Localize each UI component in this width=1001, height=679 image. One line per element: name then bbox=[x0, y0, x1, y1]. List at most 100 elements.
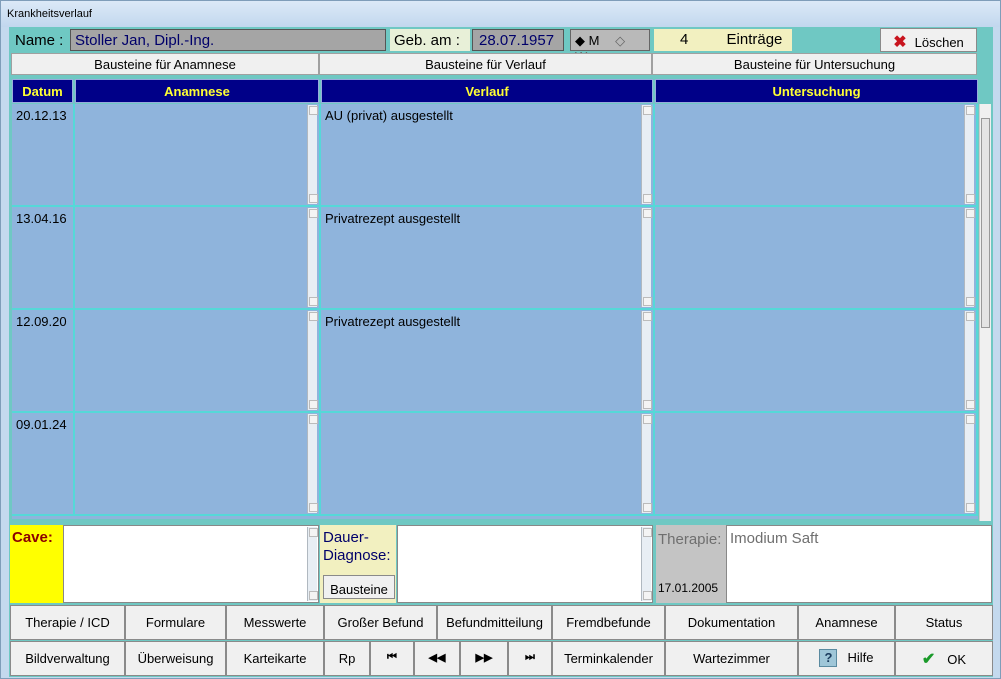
cell-scrollbar[interactable] bbox=[307, 311, 318, 410]
nav-prev-button[interactable]: ◀◀ bbox=[414, 641, 460, 676]
cell-verlauf[interactable]: Privatrezept ausgestellt bbox=[321, 310, 655, 411]
cell-scrollbar[interactable] bbox=[964, 208, 975, 307]
cell-scrollbar[interactable] bbox=[307, 105, 318, 204]
cell-scrollbar[interactable] bbox=[307, 208, 318, 307]
help-question-icon: ? bbox=[819, 649, 838, 667]
nav-first-button[interactable]: ⏮ bbox=[370, 641, 414, 676]
name-field[interactable]: Stoller Jan, Dipl.-Ing. bbox=[70, 29, 386, 51]
cell-untersuchung[interactable] bbox=[655, 207, 978, 308]
therapie-icd-button[interactable]: Therapie / ICD bbox=[10, 605, 125, 640]
table-scrollbar-thumb[interactable] bbox=[981, 118, 990, 328]
cell-verlauf-text: Privatrezept ausgestellt bbox=[325, 314, 461, 329]
cell-verlauf-text: Privatrezept ausgestellt bbox=[325, 211, 461, 226]
cell-verlauf-text: AU (privat) ausgestellt bbox=[325, 108, 453, 123]
cell-verlauf[interactable]: Privatrezept ausgestellt bbox=[321, 207, 655, 308]
cave-label: Cave: bbox=[10, 525, 63, 603]
cell-scrollbar[interactable] bbox=[641, 414, 652, 513]
cell-date: 20.12.13 bbox=[12, 104, 75, 205]
cell-date: 09.01.24 bbox=[12, 413, 75, 514]
bottom-toolbar: Therapie / ICD Formulare Messwerte Große… bbox=[10, 605, 993, 677]
tab-bausteine-untersuchung[interactable]: Bausteine für Untersuchung bbox=[652, 53, 977, 75]
nav-prev-icon: ◀◀ bbox=[428, 652, 446, 664]
cell-scrollbar[interactable] bbox=[641, 311, 652, 410]
hilfe-button[interactable]: ? Hilfe bbox=[798, 641, 895, 676]
status-button[interactable]: Status bbox=[895, 605, 993, 640]
anamnese-button[interactable]: Anamnese bbox=[798, 605, 895, 640]
entries-count: 4 bbox=[680, 31, 689, 48]
table-row: 20.12.13 AU (privat) ausgestellt bbox=[12, 104, 978, 207]
hilfe-label: Hilfe bbox=[847, 650, 874, 665]
birthdate-label: Geb. am : bbox=[390, 29, 470, 51]
delete-x-icon: ✖ bbox=[893, 34, 907, 51]
cell-scrollbar[interactable] bbox=[641, 105, 652, 204]
table-row: 09.01.24 bbox=[12, 413, 978, 516]
cell-verlauf[interactable] bbox=[321, 413, 655, 514]
wartezimmer-button[interactable]: Wartezimmer bbox=[665, 641, 798, 676]
grosser-befund-button[interactable]: Großer Befund bbox=[324, 605, 437, 640]
nav-next-button[interactable]: ▶▶ bbox=[460, 641, 508, 676]
cell-anamnese[interactable] bbox=[75, 413, 321, 514]
gender-radio-group: ◆ M ◇ W bbox=[570, 29, 650, 64]
delete-button[interactable]: ✖ Löschen bbox=[880, 28, 977, 52]
dokumentation-button[interactable]: Dokumentation bbox=[665, 605, 798, 640]
dauer-label-line2: Diagnose: bbox=[323, 547, 391, 564]
cell-date: 13.04.16 bbox=[12, 207, 75, 308]
birthdate-field[interactable]: 28.07.1957 bbox=[472, 29, 564, 51]
ok-button[interactable]: ✔ OK bbox=[895, 641, 993, 676]
ok-check-icon: ✔ bbox=[921, 651, 936, 668]
cell-anamnese[interactable] bbox=[75, 104, 321, 205]
table-row: 12.09.20 Privatrezept ausgestellt bbox=[12, 310, 978, 413]
nav-next-icon: ▶▶ bbox=[475, 652, 493, 664]
nav-last-icon: ⏭ bbox=[525, 651, 535, 663]
col-header-anamnese: Anamnese bbox=[75, 79, 319, 103]
cell-anamnese[interactable] bbox=[75, 207, 321, 308]
client-area: Name : Stoller Jan, Dipl.-Ing. Geb. am :… bbox=[9, 27, 993, 677]
nav-last-button[interactable]: ⏭ bbox=[508, 641, 552, 676]
delete-label: Löschen bbox=[914, 35, 964, 50]
window-title: Krankheitsverlauf bbox=[1, 1, 1000, 27]
formulare-button[interactable]: Formulare bbox=[125, 605, 226, 640]
cell-verlauf[interactable]: AU (privat) ausgestellt bbox=[321, 104, 655, 205]
name-label: Name : bbox=[13, 29, 69, 51]
dauer-scrollbar[interactable] bbox=[641, 527, 652, 601]
therapie-field[interactable]: Imodium Saft bbox=[726, 525, 992, 603]
bildverwaltung-button[interactable]: Bildverwaltung bbox=[10, 641, 125, 676]
dauer-diagnose-textarea[interactable] bbox=[397, 525, 653, 603]
therapie-date: 17.01.2005 bbox=[658, 581, 719, 595]
cell-untersuchung[interactable] bbox=[655, 104, 978, 205]
cell-scrollbar[interactable] bbox=[964, 105, 975, 204]
col-header-datum: Datum bbox=[12, 79, 73, 103]
verlauf-table: 20.12.13 AU (privat) ausgestellt 13.04.1… bbox=[12, 104, 978, 519]
window: Krankheitsverlauf Name : Stoller Jan, Di… bbox=[0, 0, 1001, 679]
cell-scrollbar[interactable] bbox=[641, 208, 652, 307]
cell-anamnese[interactable] bbox=[75, 310, 321, 411]
col-header-untersuchung: Untersuchung bbox=[655, 79, 978, 103]
dauer-label-line1: Dauer- bbox=[323, 529, 369, 546]
therapie-value: Imodium Saft bbox=[730, 530, 819, 547]
entries-counter: 4 Einträge bbox=[654, 29, 792, 51]
table-scrollbar[interactable] bbox=[979, 104, 991, 521]
col-header-verlauf: Verlauf bbox=[321, 79, 653, 103]
cell-scrollbar[interactable] bbox=[307, 414, 318, 513]
terminkalender-button[interactable]: Terminkalender bbox=[552, 641, 665, 676]
bausteine-button[interactable]: Bausteine bbox=[323, 575, 395, 599]
tab-bausteine-verlauf[interactable]: Bausteine für Verlauf bbox=[319, 53, 652, 75]
rp-button[interactable]: Rp bbox=[324, 641, 370, 676]
gender-m-radio[interactable]: ◆ M bbox=[575, 33, 605, 48]
fremdbefunde-button[interactable]: Fremdbefunde bbox=[552, 605, 665, 640]
ueberweisung-button[interactable]: Überweisung bbox=[125, 641, 226, 676]
nav-first-icon: ⏮ bbox=[387, 651, 397, 663]
cell-scrollbar[interactable] bbox=[964, 311, 975, 410]
cell-scrollbar[interactable] bbox=[964, 414, 975, 513]
cave-scrollbar[interactable] bbox=[307, 527, 318, 601]
karteikarte-button[interactable]: Karteikarte bbox=[226, 641, 324, 676]
table-row: 13.04.16 Privatrezept ausgestellt bbox=[12, 207, 978, 310]
befundmitteilung-button[interactable]: Befundmitteilung bbox=[437, 605, 552, 640]
cell-untersuchung[interactable] bbox=[655, 413, 978, 514]
gender-m-label: M bbox=[588, 33, 600, 48]
cave-textarea[interactable] bbox=[63, 525, 319, 603]
tab-bausteine-anamnese[interactable]: Bausteine für Anamnese bbox=[11, 53, 319, 75]
cell-untersuchung[interactable] bbox=[655, 310, 978, 411]
cell-date: 12.09.20 bbox=[12, 310, 75, 411]
messwerte-button[interactable]: Messwerte bbox=[226, 605, 324, 640]
